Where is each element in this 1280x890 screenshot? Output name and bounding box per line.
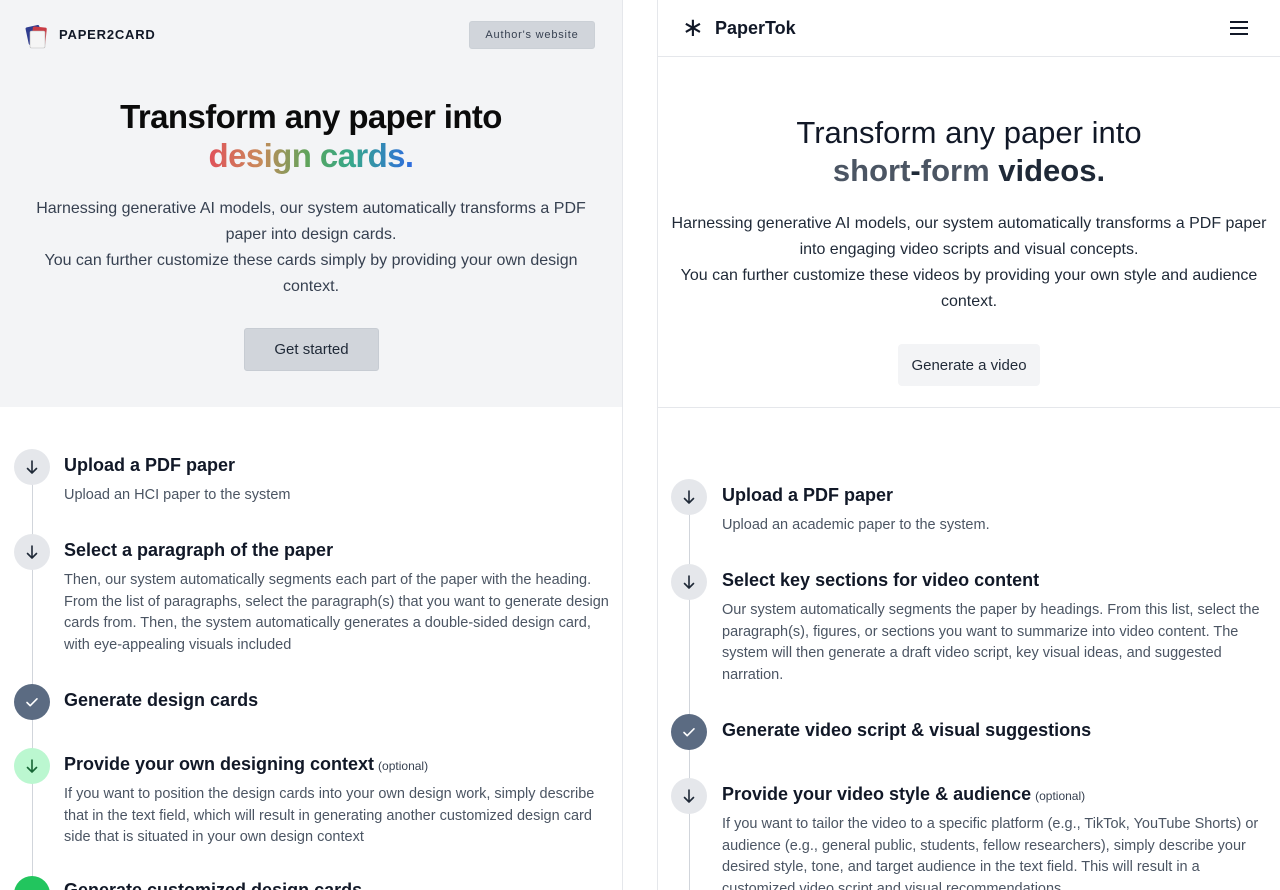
- papertok-panel: ∗ PaperTok Transform any paper into shor…: [657, 0, 1280, 890]
- arrow-down-icon: [671, 778, 707, 814]
- hero-description-2: You can further customize these cards si…: [44, 252, 578, 295]
- step-description: If you want to tailor the video to a spe…: [722, 816, 1259, 890]
- asterisk-logo-icon: ∗: [682, 12, 704, 42]
- step-title: Generate video script & visual suggestio…: [722, 720, 1092, 740]
- title-dash: -: [910, 153, 921, 188]
- step-title-text: Provide your own designing context: [64, 754, 375, 774]
- hero-description-2: You can further customize these videos b…: [680, 267, 1258, 310]
- hero-description: Harnessing generative AI models, our sys…: [671, 215, 1267, 258]
- arrow-down-icon: [671, 564, 707, 600]
- check-icon: [14, 684, 50, 720]
- hero-description: Harnessing generative AI models, our sys…: [36, 200, 586, 243]
- check-icon: [671, 714, 707, 750]
- arrow-down-icon: [14, 748, 50, 784]
- paper2card-panel: PAPER2CARD Author's website Transform an…: [0, 0, 623, 890]
- hero-title-line2: short-form videos.: [658, 153, 1280, 189]
- panel-gutter: [623, 0, 657, 890]
- hero-title-line1: Transform any paper into: [796, 115, 1142, 150]
- step-title: Upload a PDF paper: [64, 455, 236, 475]
- hamburger-menu-icon[interactable]: [1230, 20, 1250, 36]
- hero-title-line1: Transform any paper into: [120, 98, 502, 135]
- arrow-down-icon: [14, 534, 50, 570]
- step-title: Select a paragraph of the paper: [64, 540, 334, 560]
- step-title: Generate design cards: [64, 690, 259, 710]
- step-title: Provide your own designing context (optio…: [64, 754, 428, 775]
- optional-label: (optional): [378, 759, 429, 773]
- step-title: Select key sections for video content: [722, 570, 1040, 590]
- card-stack-logo-icon: [25, 25, 47, 49]
- step-description: Then, our system automatically segments …: [64, 572, 609, 653]
- step-title-text: Provide your video style & audience: [722, 784, 1032, 804]
- title-word-form: form: [920, 153, 990, 188]
- step-title: Generate customized design cards: [64, 880, 363, 890]
- step-description: If you want to position the design cards…: [64, 786, 595, 845]
- generate-video-button[interactable]: Generate a video: [898, 344, 1040, 386]
- title-word-short: short: [832, 153, 911, 188]
- arrow-down-icon: [14, 449, 50, 485]
- title-word-videos: videos.: [989, 153, 1106, 188]
- optional-label: (optional): [1035, 789, 1086, 803]
- authors-website-button[interactable]: Author's website: [469, 21, 595, 49]
- step-description: Upload an HCI paper to the system: [64, 487, 291, 503]
- check-icon: [14, 876, 50, 890]
- arrow-down-icon: [671, 479, 707, 515]
- get-started-button[interactable]: Get started: [244, 328, 379, 371]
- hero-title-highlight: design cards.: [208, 137, 415, 174]
- step-description: Upload an academic paper to the system.: [722, 517, 990, 533]
- step-description: Our system automatically segments the pa…: [722, 602, 1260, 683]
- brand-name: PAPER2CARD: [59, 27, 156, 42]
- brand-name[interactable]: PaperTok: [715, 18, 796, 39]
- hero-title-line2: design cards.: [0, 137, 622, 175]
- section-divider: [658, 407, 1280, 408]
- step-title: Upload a PDF paper: [722, 485, 894, 505]
- hero-section: PAPER2CARD Author's website Transform an…: [0, 0, 622, 407]
- top-nav: ∗ PaperTok: [658, 0, 1280, 57]
- step-title: Provide your video style & audience (opti…: [722, 784, 1085, 805]
